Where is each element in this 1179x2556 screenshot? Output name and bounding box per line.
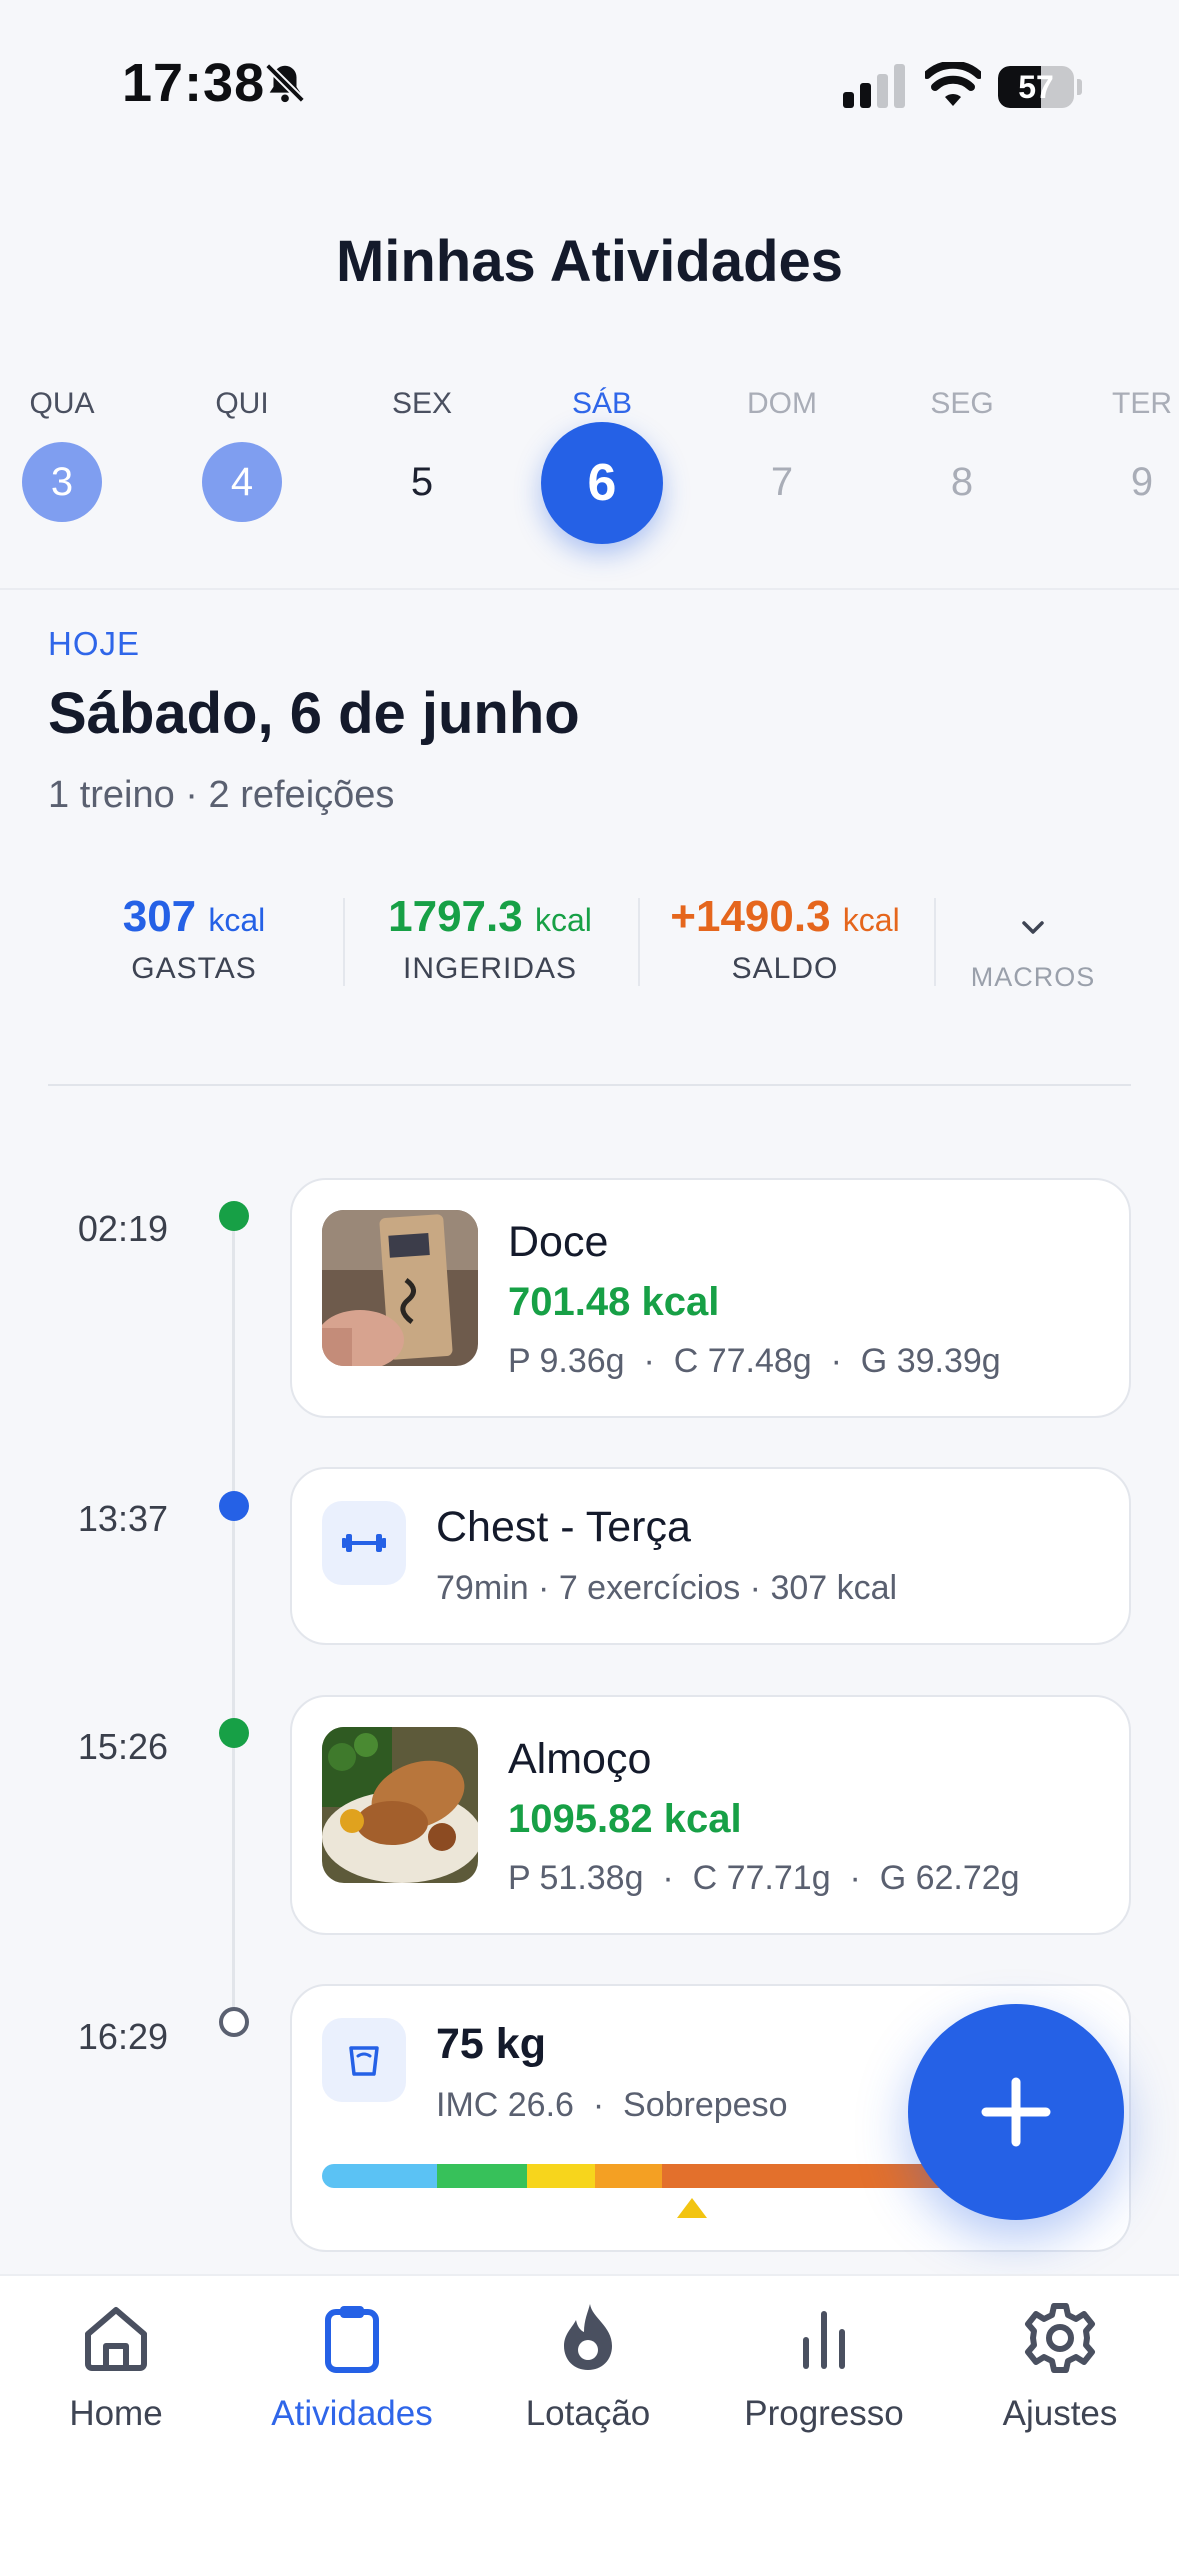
meal-photo — [322, 1210, 478, 1366]
plus-icon — [981, 2077, 1051, 2147]
tab-progresso[interactable]: Progresso — [714, 2300, 934, 2434]
workout-details: 79min · 7 exercícios · 307 kcal — [436, 1569, 898, 1607]
day-weekday: QUA — [29, 387, 95, 420]
bmi-segment — [594, 2164, 663, 2188]
bmi-segment — [526, 2164, 595, 2188]
stat-ingested-value: 1797.3 kcal — [388, 892, 592, 941]
day-weekday: QUI — [215, 387, 269, 420]
cellular-signal-icon — [843, 64, 905, 108]
day-number: 7 — [770, 460, 794, 504]
bmi-marker — [677, 2198, 707, 2218]
meal-title: Doce — [508, 1218, 609, 1266]
stat-burned-label: GASTAS — [131, 952, 257, 985]
day-summary: 1 treino · 2 refeições — [48, 774, 395, 816]
day-number: 6 — [541, 422, 663, 544]
meal-title: Almoço — [508, 1735, 652, 1783]
tab-lotacao[interactable]: Lotação — [478, 2300, 698, 2434]
divider — [48, 1084, 1131, 1086]
stat-balance: +1490.3 kcal SALDO — [660, 892, 910, 986]
day-number: 8 — [950, 460, 974, 504]
bell-slash-icon — [265, 63, 305, 103]
wifi-icon — [925, 62, 981, 106]
day-weekday: SEG — [930, 387, 994, 420]
day-weekday: DOM — [747, 387, 817, 420]
meal-card[interactable]: Almoço 1095.82 kcal P 51.38g · C 77.71g … — [290, 1695, 1131, 1935]
timeline-time: 02:19 — [77, 1208, 168, 1249]
meal-kcal: 701.48 kcal — [508, 1280, 720, 1324]
tab-label: Atividades — [271, 2394, 433, 2433]
timeline-time: 15:26 — [77, 1726, 168, 1767]
day-3[interactable]: QUA 3 — [0, 382, 132, 522]
day-6[interactable]: SÁB 6 — [532, 382, 672, 544]
meal-photo — [322, 1727, 478, 1883]
meal-card[interactable]: Doce 701.48 kcal P 9.36g · C 77.48g · G … — [290, 1178, 1131, 1418]
bar-chart-icon — [803, 2311, 845, 2369]
page-title: Minhas Atividades — [335, 229, 844, 294]
add-button[interactable] — [908, 2004, 1124, 2220]
stat-ingested: 1797.3 kcal INGERIDAS — [365, 892, 615, 986]
dumbbell-icon — [322, 1501, 406, 1585]
timeline-time: 13:37 — [77, 1498, 168, 1539]
today-label: HOJE — [48, 625, 141, 662]
chevron-down-icon[interactable] — [1018, 918, 1048, 938]
battery-level: 57 — [1018, 69, 1054, 105]
day-5[interactable]: SEX 5 — [352, 382, 492, 522]
day-9[interactable]: TER 9 — [1072, 382, 1179, 522]
day-weekday: SÁB — [571, 387, 633, 420]
stat-balance-value: +1490.3 kcal — [670, 892, 900, 941]
stat-burned: 307 kcal GASTAS — [74, 892, 314, 986]
stat-separator — [638, 898, 640, 986]
stat-separator — [343, 898, 345, 986]
macros-toggle[interactable]: MACROS — [968, 962, 1098, 993]
day-7[interactable]: DOM 7 — [712, 382, 852, 522]
gear-icon — [1025, 2303, 1095, 2373]
day-8[interactable]: SEG 8 — [892, 382, 1032, 522]
workout-card[interactable]: Chest - Terça 79min · 7 exercícios · 307… — [290, 1467, 1131, 1645]
tab-atividades[interactable]: Atividades — [242, 2300, 462, 2434]
flame-icon — [564, 2304, 612, 2370]
tab-bar: Home Atividades Lotação Progresso Ajuste… — [0, 2274, 1179, 2556]
day-weekday: TER — [1112, 387, 1172, 420]
meal-kcal: 1095.82 kcal — [508, 1797, 742, 1841]
meal-macros: P 9.36g · C 77.48g · G 39.39g — [508, 1342, 1001, 1380]
day-number: 3 — [22, 442, 102, 522]
tab-label: Progresso — [744, 2394, 904, 2433]
divider — [0, 588, 1179, 590]
stat-balance-label: SALDO — [731, 952, 839, 985]
weight-value: 75 kg — [436, 2020, 546, 2068]
timeline-dot — [219, 1718, 249, 1748]
timeline-dot — [219, 1201, 249, 1231]
battery-icon: 57 — [998, 66, 1082, 108]
day-number: 4 — [202, 442, 282, 522]
meal-macros: P 51.38g · C 77.71g · G 62.72g — [508, 1859, 1020, 1897]
stat-separator — [934, 898, 936, 986]
tab-label: Lotação — [525, 2394, 651, 2433]
tab-home[interactable]: Home — [6, 2300, 226, 2434]
timeline-line — [232, 1215, 235, 2021]
bmi-details: IMC 26.6 · Sobrepeso — [436, 2086, 788, 2124]
date-title: Sábado, 6 de junho — [48, 681, 580, 746]
stat-burned-value: 307 kcal — [122, 892, 266, 941]
scale-icon — [322, 2018, 406, 2102]
tab-label: Ajustes — [1002, 2394, 1118, 2433]
tab-ajustes[interactable]: Ajustes — [950, 2300, 1170, 2434]
day-4[interactable]: QUI 4 — [172, 382, 312, 522]
timeline-dot — [219, 2007, 249, 2037]
bmi-segment — [322, 2164, 438, 2188]
workout-title: Chest - Terça — [436, 1503, 691, 1551]
tab-label: Home — [69, 2394, 163, 2433]
day-number: 9 — [1130, 460, 1154, 504]
day-weekday: SEX — [391, 387, 453, 420]
stat-ingested-label: INGERIDAS — [402, 952, 578, 985]
clipboard-icon — [325, 2306, 379, 2373]
timeline-time: 16:29 — [77, 2016, 168, 2057]
bmi-segment — [437, 2164, 527, 2188]
home-icon — [85, 2307, 147, 2371]
timeline-dot — [219, 1491, 249, 1521]
status-time: 17:38 — [122, 53, 266, 113]
day-number: 5 — [410, 460, 434, 504]
bmi-scale-bar — [322, 2164, 962, 2188]
